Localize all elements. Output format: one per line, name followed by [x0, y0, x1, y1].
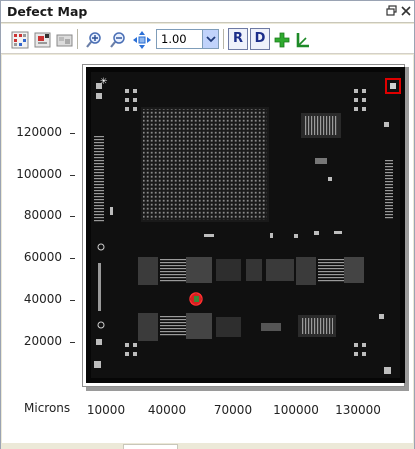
toolbar: 1.00 R D [1, 24, 414, 54]
toolbar-separator [224, 29, 225, 49]
defect-filter-icon[interactable] [32, 29, 52, 49]
y-tick [70, 342, 75, 343]
y-tick [70, 133, 75, 134]
y-tick [70, 300, 75, 301]
footer-tab[interactable] [123, 444, 178, 449]
title-bar: Defect Map [1, 1, 414, 23]
y-tick [70, 175, 75, 176]
zoom-in-icon[interactable] [83, 29, 103, 49]
pan-icon[interactable] [131, 29, 151, 49]
y-tick-label: 80000 [23, 208, 62, 222]
y-tick [70, 216, 75, 217]
zoom-select[interactable]: 1.00 [156, 29, 219, 49]
units-label: Microns [24, 401, 71, 415]
y-tick-label: 20000 [23, 334, 62, 348]
die-layout: ✳ [86, 67, 405, 383]
measure-icon[interactable] [292, 29, 312, 49]
y-tick-label: 60000 [23, 250, 62, 264]
chevron-down-icon[interactable] [202, 30, 218, 48]
die-image[interactable]: ✳ [86, 67, 405, 383]
d-button[interactable]: D [250, 28, 270, 50]
panel-footer [1, 443, 414, 449]
x-tick-label: 10000 [86, 403, 126, 417]
x-tick-label: 70000 [213, 403, 253, 417]
add-icon[interactable] [271, 29, 291, 49]
close-icon[interactable] [399, 4, 413, 18]
y-tick-label: 40000 [23, 292, 62, 306]
svg-text:✳: ✳ [100, 77, 108, 87]
map-area: 120000 100000 80000 60000 40000 20000 ✳ … [2, 55, 413, 448]
r-button[interactable]: R [228, 28, 248, 50]
map-shadow [86, 387, 409, 391]
x-tick-label: 40000 [147, 403, 187, 417]
overlay-icon[interactable] [54, 29, 74, 49]
y-tick [70, 258, 75, 259]
zoom-out-icon[interactable] [107, 29, 127, 49]
y-tick-label: 120000 [16, 125, 62, 139]
y-tick-label: 100000 [16, 167, 62, 181]
zoom-value: 1.00 [161, 32, 187, 46]
restore-window-icon[interactable] [385, 4, 399, 18]
panel-title: Defect Map [7, 4, 88, 19]
x-tick-label: 130000 [335, 403, 381, 417]
defect-map-panel: Defect Map 1.00 R D 120000 100000 80000 … [0, 0, 415, 449]
defect-class-icon[interactable] [9, 29, 29, 49]
map-shadow [405, 67, 409, 390]
x-tick-label: 100000 [273, 403, 319, 417]
toolbar-separator [78, 29, 79, 49]
